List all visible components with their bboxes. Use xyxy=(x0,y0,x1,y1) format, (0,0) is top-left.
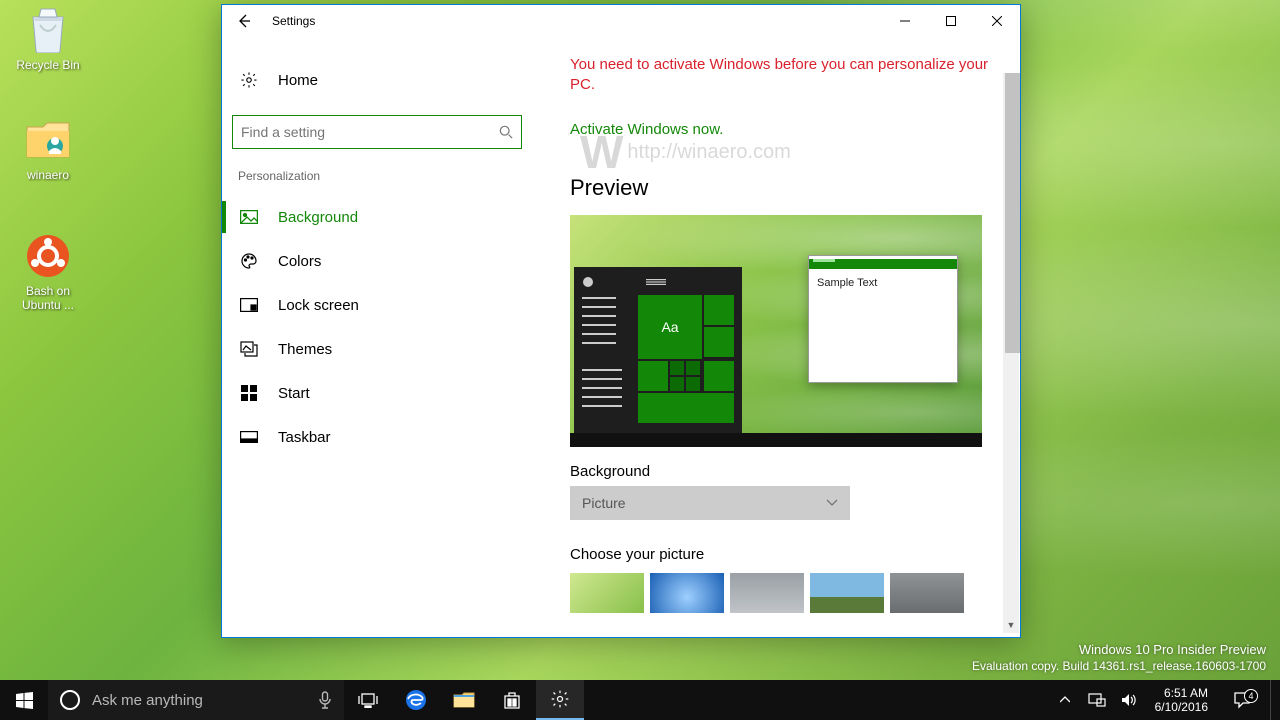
picture-thumb[interactable] xyxy=(890,573,964,613)
scroll-down-icon[interactable]: ▼ xyxy=(1003,617,1019,633)
cortana-search[interactable]: Ask me anything xyxy=(48,680,344,720)
preview-box: Aa Sample Text xyxy=(570,215,982,447)
edge-button[interactable] xyxy=(392,680,440,720)
content-area: Whttp://winaero.com You need to activate… xyxy=(552,37,1020,637)
microphone-icon[interactable] xyxy=(318,691,332,709)
minimize-button[interactable] xyxy=(882,5,928,37)
maximize-button[interactable] xyxy=(928,5,974,37)
window-title: Settings xyxy=(272,14,315,28)
search-box[interactable] xyxy=(232,115,522,149)
home-label: Home xyxy=(278,72,318,89)
nav-label: Background xyxy=(278,209,358,226)
cortana-icon xyxy=(60,690,80,710)
search-icon xyxy=(499,125,513,139)
picture-thumb[interactable] xyxy=(730,573,804,613)
nav-label: Themes xyxy=(278,341,332,358)
nav-colors[interactable]: Colors xyxy=(232,239,522,283)
picture-thumb[interactable] xyxy=(650,573,724,613)
search-input[interactable] xyxy=(241,124,499,140)
desktop-icon-label: Recycle Bin xyxy=(10,58,86,72)
settings-taskbar-button[interactable] xyxy=(536,680,584,720)
desktop-icon-bash-ubuntu[interactable]: Bash on Ubuntu ... xyxy=(10,232,86,312)
picture-thumbnails xyxy=(570,573,996,613)
preview-tile-aa: Aa xyxy=(638,295,702,359)
preview-heading: Preview xyxy=(570,175,996,201)
action-center-button[interactable]: 4 xyxy=(1222,691,1262,709)
themes-icon xyxy=(238,338,260,360)
store-button[interactable] xyxy=(488,680,536,720)
taskbar: Ask me anything 6:51 AM 6/10/2016 4 xyxy=(0,680,1280,720)
nav-label: Lock screen xyxy=(278,297,359,314)
nav-taskbar[interactable]: Taskbar xyxy=(232,415,522,459)
nav-label: Colors xyxy=(278,253,321,270)
scrollbar[interactable]: ▼ xyxy=(1003,73,1019,633)
activate-link[interactable]: Activate Windows now. xyxy=(570,121,723,138)
system-tray: 6:51 AM 6/10/2016 4 xyxy=(1053,680,1280,720)
tray-network-icon[interactable] xyxy=(1085,680,1109,720)
start-icon xyxy=(238,382,260,404)
lockscreen-icon xyxy=(238,294,260,316)
preview-start-menu: Aa xyxy=(574,267,742,433)
background-dropdown[interactable]: Picture xyxy=(570,486,850,520)
picture-icon xyxy=(238,206,260,228)
desktop-icon-label: Bash on Ubuntu ... xyxy=(10,284,86,312)
background-label: Background xyxy=(570,463,996,480)
desktop-icon-label: winaero xyxy=(10,168,86,182)
start-button[interactable] xyxy=(0,680,48,720)
settings-window: Settings Home Personalization Ba xyxy=(221,4,1021,638)
folder-icon xyxy=(24,116,72,164)
titlebar: Settings xyxy=(222,5,1020,37)
desktop-icon-recycle-bin[interactable]: Recycle Bin xyxy=(10,6,86,72)
show-desktop-button[interactable] xyxy=(1270,680,1276,720)
desktop-icon-winaero[interactable]: winaero xyxy=(10,116,86,182)
home-button[interactable]: Home xyxy=(232,57,522,103)
section-label: Personalization xyxy=(238,169,522,183)
sample-text: Sample Text xyxy=(809,269,957,289)
sidebar: Home Personalization Background Colors L… xyxy=(222,37,552,637)
nav-label: Start xyxy=(278,385,310,402)
choose-picture-label: Choose your picture xyxy=(570,546,996,563)
nav-background[interactable]: Background xyxy=(232,195,522,239)
tray-chevron-up-icon[interactable] xyxy=(1053,680,1077,720)
close-button[interactable] xyxy=(974,5,1020,37)
tray-volume-icon[interactable] xyxy=(1117,680,1141,720)
notification-count: 4 xyxy=(1244,689,1258,703)
nav-themes[interactable]: Themes xyxy=(232,327,522,371)
desktop-watermark: Windows 10 Pro Insider Preview Evaluatio… xyxy=(972,642,1266,674)
nav-start[interactable]: Start xyxy=(232,371,522,415)
tray-clock[interactable]: 6:51 AM 6/10/2016 xyxy=(1149,686,1214,714)
palette-icon xyxy=(238,250,260,272)
dropdown-value: Picture xyxy=(582,495,626,511)
back-button[interactable] xyxy=(230,7,258,35)
taskview-button[interactable] xyxy=(344,680,392,720)
taskbar-icon xyxy=(238,426,260,448)
picture-thumb[interactable] xyxy=(570,573,644,613)
recycle-bin-icon xyxy=(24,6,72,54)
picture-thumb[interactable] xyxy=(810,573,884,613)
nav-label: Taskbar xyxy=(278,429,331,446)
gear-icon xyxy=(238,69,260,91)
cortana-placeholder: Ask me anything xyxy=(92,692,203,709)
ubuntu-icon xyxy=(24,232,72,280)
chevron-down-icon xyxy=(826,499,838,507)
activation-warning: You need to activate Windows before you … xyxy=(570,55,996,95)
scrollbar-thumb[interactable] xyxy=(1005,73,1020,353)
preview-sample-window: Sample Text xyxy=(808,255,958,383)
nav-lockscreen[interactable]: Lock screen xyxy=(232,283,522,327)
explorer-button[interactable] xyxy=(440,680,488,720)
